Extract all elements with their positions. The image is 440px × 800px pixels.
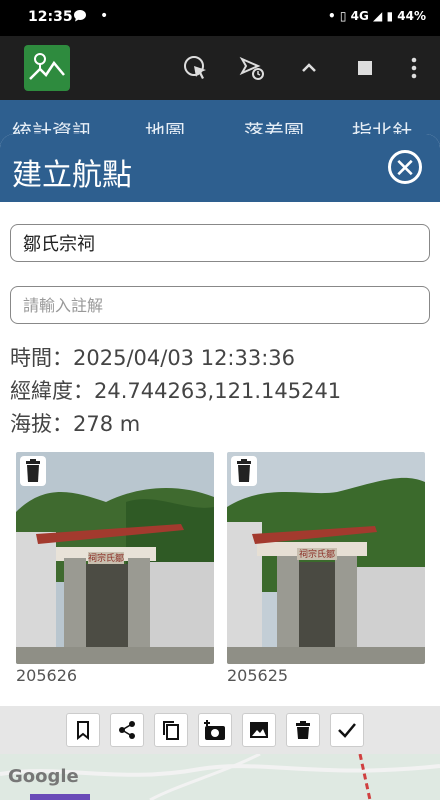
copy-icon[interactable] — [154, 713, 188, 747]
app-logo-icon[interactable] — [24, 45, 70, 91]
status-bar: 12:35 • • ▯ 4G ◢ ▮ 44% — [0, 0, 440, 36]
image-icon[interactable] — [242, 713, 276, 747]
status-right: • ▯ 4G ◢ ▮ 44% — [328, 9, 426, 23]
time-text: 時間：2025/04/03 12:33:36 — [10, 346, 296, 370]
map-view[interactable]: Google — [0, 754, 440, 800]
status-time: 12:35 — [28, 9, 73, 25]
delete-photo-icon[interactable] — [231, 456, 257, 486]
photo-sign-text: 祠宗氏鄒 — [88, 552, 124, 564]
photo-sign-text: 祠宗氏鄒 — [299, 548, 335, 560]
waypoint-name-input[interactable] — [10, 224, 430, 262]
app-bar — [0, 36, 440, 100]
signal-text: 4G — [350, 9, 369, 23]
delete-icon[interactable] — [286, 713, 320, 747]
dialog-title: 建立航點 — [12, 158, 132, 193]
google-attribution: Google — [8, 766, 79, 787]
dialog-header: 建立航點 ✕ — [0, 134, 440, 202]
more-vert-icon[interactable] — [400, 54, 428, 82]
share-icon[interactable] — [110, 713, 144, 747]
bookmark-icon[interactable] — [66, 713, 100, 747]
cursor-click-icon[interactable] — [182, 54, 210, 82]
note-input[interactable] — [10, 286, 430, 324]
battery-level: 44% — [397, 9, 426, 23]
delete-photo-icon[interactable] — [20, 456, 46, 486]
coordinates-text: 經緯度：24.744263,121.145241 — [10, 379, 342, 403]
camera-add-icon[interactable] — [198, 713, 232, 747]
create-waypoint-dialog: 建立航點 ✕ 時間：2025/04/03 12:33:36 經緯度：24.744… — [0, 134, 440, 754]
photo-thumbnail[interactable]: 祠宗氏鄒 — [16, 452, 214, 664]
photo-thumbnail[interactable]: 祠宗氏鄒 — [227, 452, 425, 664]
altitude-text: 海拔：278 m — [10, 412, 141, 436]
photo-caption: 205625 — [227, 666, 289, 685]
photo-caption: 205626 — [16, 666, 78, 685]
route-time-icon[interactable] — [238, 54, 266, 82]
close-icon[interactable]: ✕ — [388, 150, 422, 184]
action-bar — [0, 706, 440, 754]
vibrate-icon: • ▯ — [328, 9, 347, 23]
notification-dot-icon: • — [100, 8, 109, 24]
signal-icon: ◢ — [373, 9, 383, 23]
battery-icon: ▮ — [386, 9, 394, 23]
chevron-up-icon[interactable] — [295, 54, 323, 82]
message-icon — [72, 8, 88, 28]
check-icon[interactable] — [330, 713, 364, 747]
stop-icon[interactable] — [351, 54, 379, 82]
